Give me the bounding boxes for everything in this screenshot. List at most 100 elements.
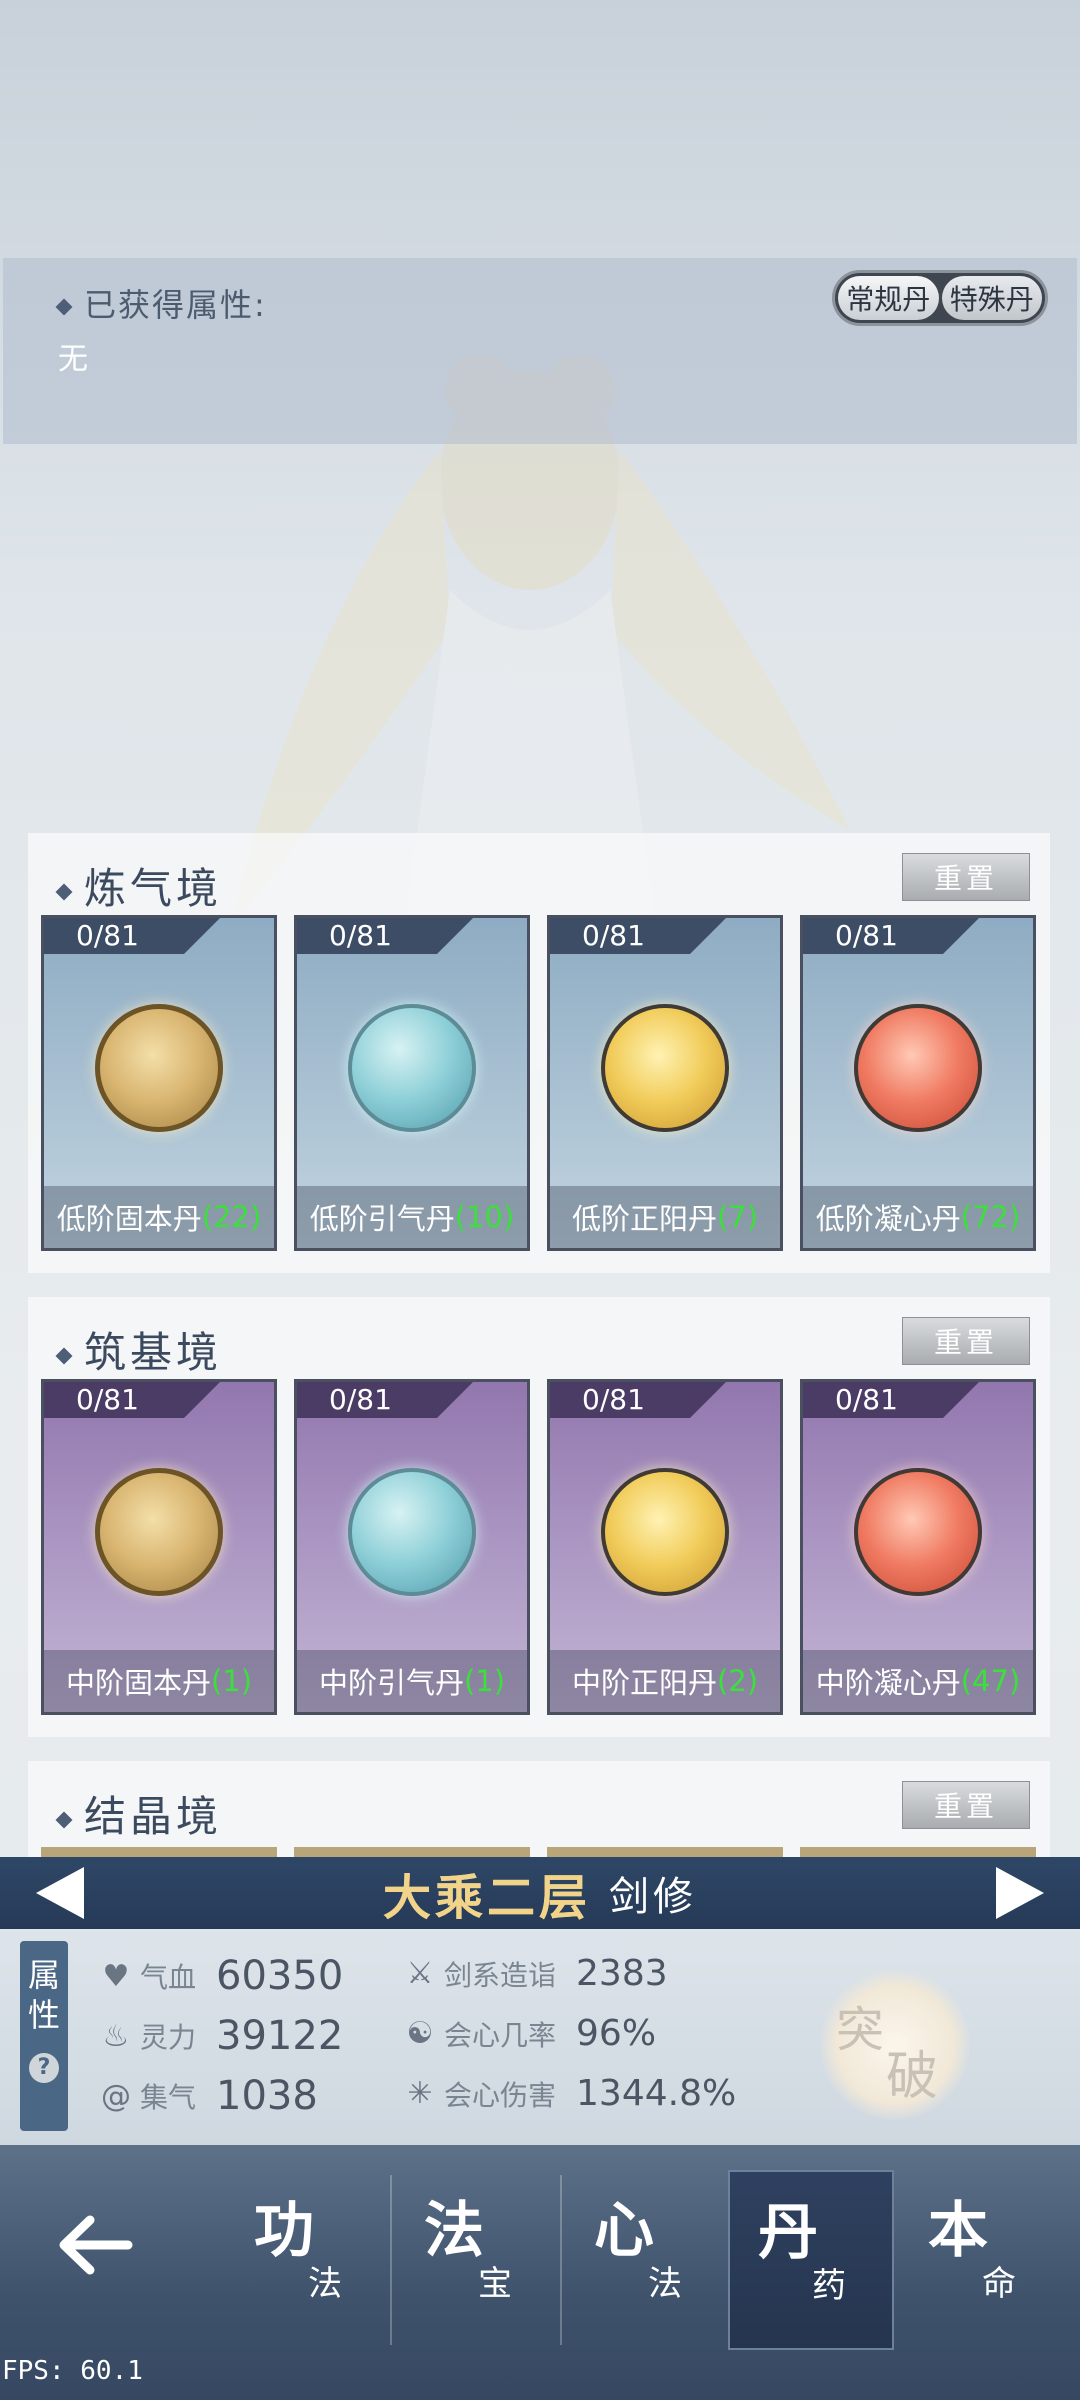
section-title: 炼气境 [55, 855, 223, 916]
pill-count: 0/81 [582, 1383, 645, 1416]
stat-label: 气血 [140, 1961, 197, 1994]
nav-tab-main: 法 [424, 2196, 484, 2266]
pill-orb-icon [95, 1468, 223, 1596]
pill-name: 中阶引气丹 [318, 1666, 464, 1700]
pill-name-bar: 低阶凝心丹 (72) [803, 1186, 1033, 1248]
pill-name: 低阶凝心丹 [815, 1202, 961, 1236]
pill-card[interactable]: 0/81 低阶固本丹 (22) [41, 915, 277, 1251]
nav-tab-pills[interactable]: 丹 药 [728, 2170, 894, 2350]
diamond-icon [55, 298, 73, 316]
attributes-tab-char: 性 [27, 1996, 60, 2034]
nav-tab-main: 功 [254, 2196, 314, 2266]
stat-crit-damage: ✳ 会心伤害 1344.8% [402, 2073, 736, 2114]
diamond-icon [55, 883, 73, 900]
pill-name-bar: 低阶引气丹 (10) [297, 1186, 527, 1248]
pill-name: 低阶固本丹 [56, 1202, 202, 1236]
stat-sword-mastery: ⚔ 剑系造诣 2383 [402, 1953, 668, 1994]
nav-tab-natal[interactable]: 本 命 [900, 2170, 1066, 2350]
stat-label: 灵力 [140, 2021, 197, 2054]
nav-tab-main: 丹 [758, 2198, 818, 2268]
pill-name-bar: 中阶固本丹 (1) [44, 1650, 274, 1712]
pill-quantity: (10) [454, 1200, 515, 1234]
pill-card[interactable]: 0/81 中阶凝心丹 (47) [800, 1379, 1036, 1715]
section-title-text: 炼气境 [84, 864, 223, 913]
bottom-navigation: 功 法 法 宝 心 法 丹 药 本 命 [0, 2145, 1080, 2400]
pill-count: 0/81 [835, 919, 898, 952]
heart-icon: ♥ [102, 1958, 130, 1994]
nav-tab-techniques[interactable]: 功 法 [226, 2170, 392, 2350]
pill-card-edge [547, 1847, 783, 1857]
realm-bar: 大乘二层 剑修 [0, 1857, 1080, 1929]
pill-quantity: (22) [201, 1200, 262, 1234]
pill-quantity: (47) [960, 1664, 1021, 1698]
pill-orb-icon [95, 1004, 223, 1132]
pill-count: 0/81 [835, 1383, 898, 1416]
pill-card-edge [294, 1847, 530, 1857]
reset-button[interactable]: 重置 [902, 853, 1030, 901]
pill-name-bar: 中阶凝心丹 (47) [803, 1650, 1033, 1712]
pill-count: 0/81 [76, 1383, 139, 1416]
pill-count: 0/81 [76, 919, 139, 952]
obtained-attributes-value: 无 [58, 342, 88, 377]
nav-tab-treasures[interactable]: 法 宝 [396, 2170, 562, 2350]
attributes-tab[interactable]: 属 性 ? [20, 1941, 68, 2131]
pill-card[interactable]: 0/81 中阶引气丹 (1) [294, 1379, 530, 1715]
pill-quantity: (2) [716, 1664, 759, 1698]
stat-value: 1038 [216, 2073, 318, 2119]
pill-name: 中阶正阳丹 [571, 1666, 717, 1700]
pill-type-toggle[interactable]: 常规丹 特殊丹 [832, 270, 1048, 326]
pill-orb-icon [348, 1468, 476, 1596]
realm-class: 剑修 [609, 1874, 697, 1920]
reset-button[interactable]: 重置 [902, 1317, 1030, 1365]
nav-divider [560, 2175, 562, 2345]
pill-orb-icon [601, 1004, 729, 1132]
swirl-icon: @ [101, 2078, 131, 2114]
next-arrow-icon[interactable] [996, 1867, 1044, 1919]
flame-icon: ♨ [102, 2018, 130, 2054]
stat-value: 96% [576, 2013, 657, 2054]
toggle-regular-pill[interactable]: 常规丹 [838, 276, 939, 320]
breakthrough-label: 破 [886, 2047, 939, 2107]
stat-label: 剑系造诣 [444, 1958, 557, 1992]
pill-name-bar: 中阶正阳丹 (2) [550, 1650, 780, 1712]
realm-section-qi-refining: 炼气境 重置 0/81 低阶固本丹 (22) 0/81 低阶引气丹 (10) 0/8… [28, 833, 1050, 1273]
crit-damage-icon: ✳ [407, 2076, 433, 2111]
nav-tab-mind-arts[interactable]: 心 法 [566, 2170, 732, 2350]
pill-orb-icon [854, 1468, 982, 1596]
pill-quantity: (72) [960, 1200, 1021, 1234]
nav-tab-main: 心 [594, 2196, 654, 2266]
crit-rate-icon: ☯ [406, 2016, 434, 2051]
pill-name: 低阶正阳丹 [571, 1202, 717, 1236]
section-title-text: 结晶境 [84, 1792, 223, 1841]
pill-quantity: (1) [463, 1664, 506, 1698]
pill-card[interactable]: 0/81 中阶固本丹 (1) [41, 1379, 277, 1715]
back-arrow-icon[interactable] [50, 2200, 140, 2290]
pill-name-bar: 中阶引气丹 (1) [297, 1650, 527, 1712]
reset-button[interactable]: 重置 [902, 1781, 1030, 1829]
realm-name: 大乘二层 [383, 1858, 591, 1928]
diamond-icon [55, 1347, 73, 1364]
pill-card[interactable]: 0/81 低阶正阳丹 (7) [547, 915, 783, 1251]
pill-card[interactable]: 0/81 低阶引气丹 (10) [294, 915, 530, 1251]
pill-quantity: (1) [210, 1664, 253, 1698]
nav-tab-sub: 宝 [478, 2264, 512, 2304]
pill-orb-icon [854, 1004, 982, 1132]
pill-name: 中阶凝心丹 [815, 1666, 961, 1700]
nav-tab-main: 本 [928, 2196, 988, 2266]
stat-label: 集气 [140, 2081, 197, 2114]
stat-value: 39122 [216, 2013, 344, 2059]
help-icon[interactable]: ? [29, 2053, 59, 2083]
stat-qi-gather: @ 集气 1038 [98, 2073, 318, 2119]
stat-value: 60350 [216, 1953, 344, 1999]
pill-card-edge [800, 1847, 1036, 1857]
stat-value: 1344.8% [576, 2073, 737, 2114]
pill-card[interactable]: 0/81 中阶正阳丹 (2) [547, 1379, 783, 1715]
toggle-special-pill[interactable]: 特殊丹 [941, 276, 1042, 320]
section-title-text: 筑基境 [84, 1328, 223, 1377]
pill-count: 0/81 [329, 1383, 392, 1416]
realm-label: 大乘二层 剑修 [0, 1857, 1080, 1929]
stat-value: 2383 [576, 1953, 668, 1994]
nav-divider [390, 2175, 392, 2345]
pill-card[interactable]: 0/81 低阶凝心丹 (72) [800, 915, 1036, 1251]
pill-orb-icon [348, 1004, 476, 1132]
